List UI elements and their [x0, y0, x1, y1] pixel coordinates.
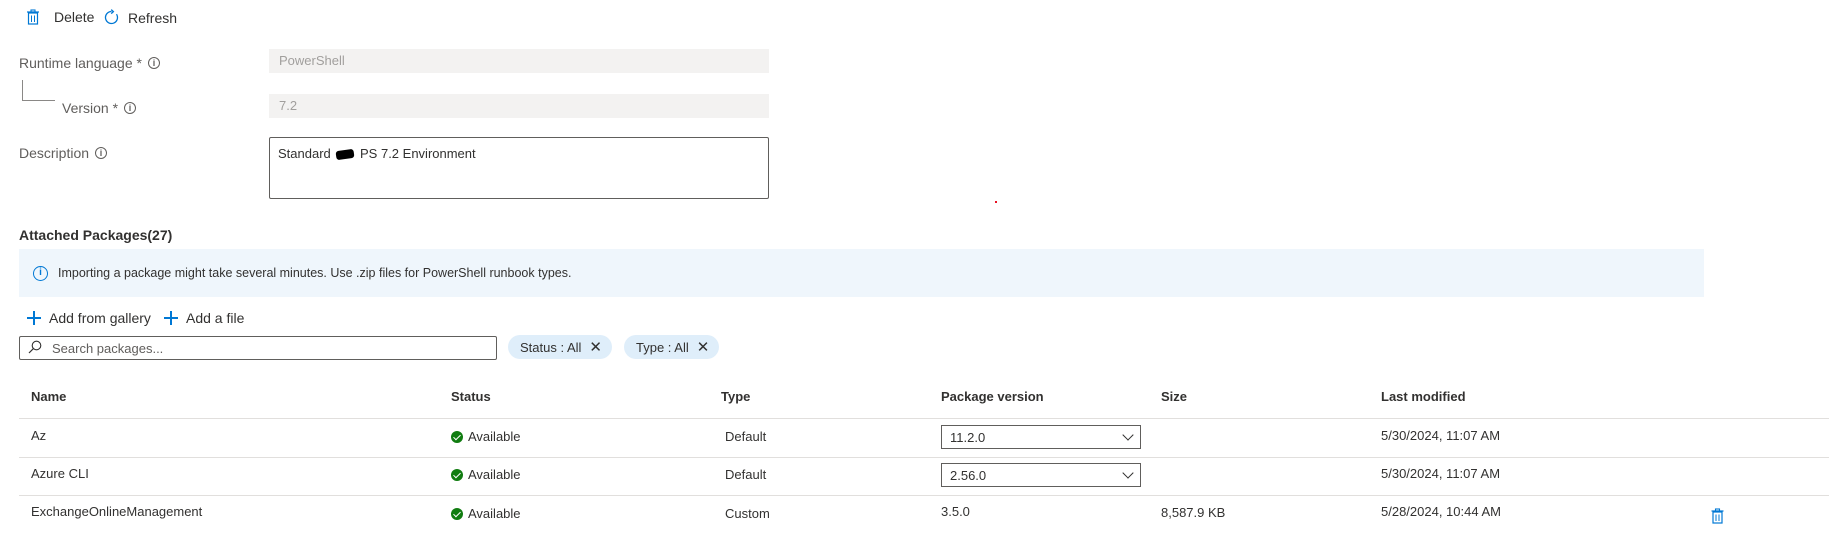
package-name: Az: [31, 428, 47, 443]
attached-packages-title: Attached Packages(27): [19, 227, 173, 243]
redaction-mark: [335, 148, 355, 161]
search-packages[interactable]: [19, 336, 497, 360]
type-cell: Default: [725, 467, 767, 482]
artifact-dot: [995, 201, 997, 203]
last-modified-cell: 5/28/2024, 10:44 AM: [1381, 504, 1501, 519]
runtime-language-field: PowerShell: [269, 49, 769, 73]
status-cell: Available: [451, 506, 521, 521]
trash-icon[interactable]: [1711, 508, 1724, 527]
package-version-dropdown[interactable]: 11.2.0: [941, 425, 1141, 449]
status-cell: Available: [451, 429, 521, 444]
column-header-last-modified[interactable]: Last modified: [1381, 389, 1466, 404]
column-header-status[interactable]: Status: [451, 389, 491, 404]
column-header-package-version[interactable]: Package version: [941, 389, 1044, 404]
add-from-gallery-button[interactable]: Add from gallery: [27, 310, 151, 326]
runtime-language-label: Runtime language * i: [19, 55, 160, 71]
last-modified-cell: 5/30/2024, 11:07 AM: [1381, 466, 1501, 481]
version-field: 7.2: [269, 94, 769, 118]
refresh-button[interactable]: Refresh: [103, 9, 177, 26]
info-icon: i: [124, 102, 137, 114]
search-input[interactable]: [52, 340, 488, 356]
type-cell: Custom: [725, 506, 770, 521]
refresh-icon: [103, 9, 120, 26]
tree-connector: [22, 80, 55, 101]
info-icon: i: [33, 265, 48, 281]
table-row[interactable]: ExchangeOnlineManagement Available Custo…: [19, 496, 1829, 534]
package-version-text: 3.5.0: [941, 504, 970, 519]
close-icon[interactable]: ✕: [697, 340, 710, 355]
info-banner: i Importing a package might take several…: [19, 249, 1704, 297]
refresh-label: Refresh: [128, 9, 178, 26]
info-icon: i: [147, 57, 160, 69]
check-circle-icon: [451, 430, 463, 443]
table-row[interactable]: Az Available Default 11.2.0 5/30/2024, 1…: [19, 419, 1829, 457]
plus-icon: [27, 311, 41, 325]
size-cell: 8,587.9 KB: [1161, 505, 1226, 520]
table-row[interactable]: Azure CLI Available Default 2.56.0 5/30/…: [19, 458, 1829, 495]
column-header-size[interactable]: Size: [1161, 389, 1187, 404]
banner-text: Importing a package might take several m…: [58, 266, 572, 280]
package-name: Azure CLI: [31, 466, 89, 481]
add-a-file-button[interactable]: Add a file: [164, 310, 244, 326]
last-modified-cell: 5/30/2024, 11:07 AM: [1381, 428, 1501, 443]
package-version-dropdown[interactable]: 2.56.0: [941, 463, 1141, 487]
description-label: Description i: [19, 145, 108, 161]
check-circle-icon: [451, 468, 463, 481]
delete-button[interactable]: Delete: [26, 9, 94, 25]
info-icon: i: [95, 147, 108, 159]
version-label: Version * i: [62, 100, 137, 116]
type-filter-pill[interactable]: Type : All ✕: [624, 335, 720, 359]
column-header-type[interactable]: Type: [721, 389, 750, 404]
chevron-down-icon: [1122, 429, 1134, 441]
column-header-name[interactable]: Name: [31, 389, 66, 404]
trash-icon: [26, 9, 40, 25]
plus-icon: [164, 311, 178, 325]
status-cell: Available: [451, 467, 521, 482]
check-circle-icon: [451, 507, 463, 520]
package-name: ExchangeOnlineManagement: [31, 504, 203, 519]
chevron-down-icon: [1122, 467, 1134, 479]
description-textarea[interactable]: Standard PS 7.2 Environment: [269, 137, 769, 199]
close-icon[interactable]: ✕: [589, 340, 602, 355]
delete-label: Delete: [54, 9, 95, 25]
type-cell: Default: [725, 429, 767, 444]
status-filter-pill[interactable]: Status : All ✕: [508, 335, 612, 359]
search-icon: [28, 340, 42, 357]
